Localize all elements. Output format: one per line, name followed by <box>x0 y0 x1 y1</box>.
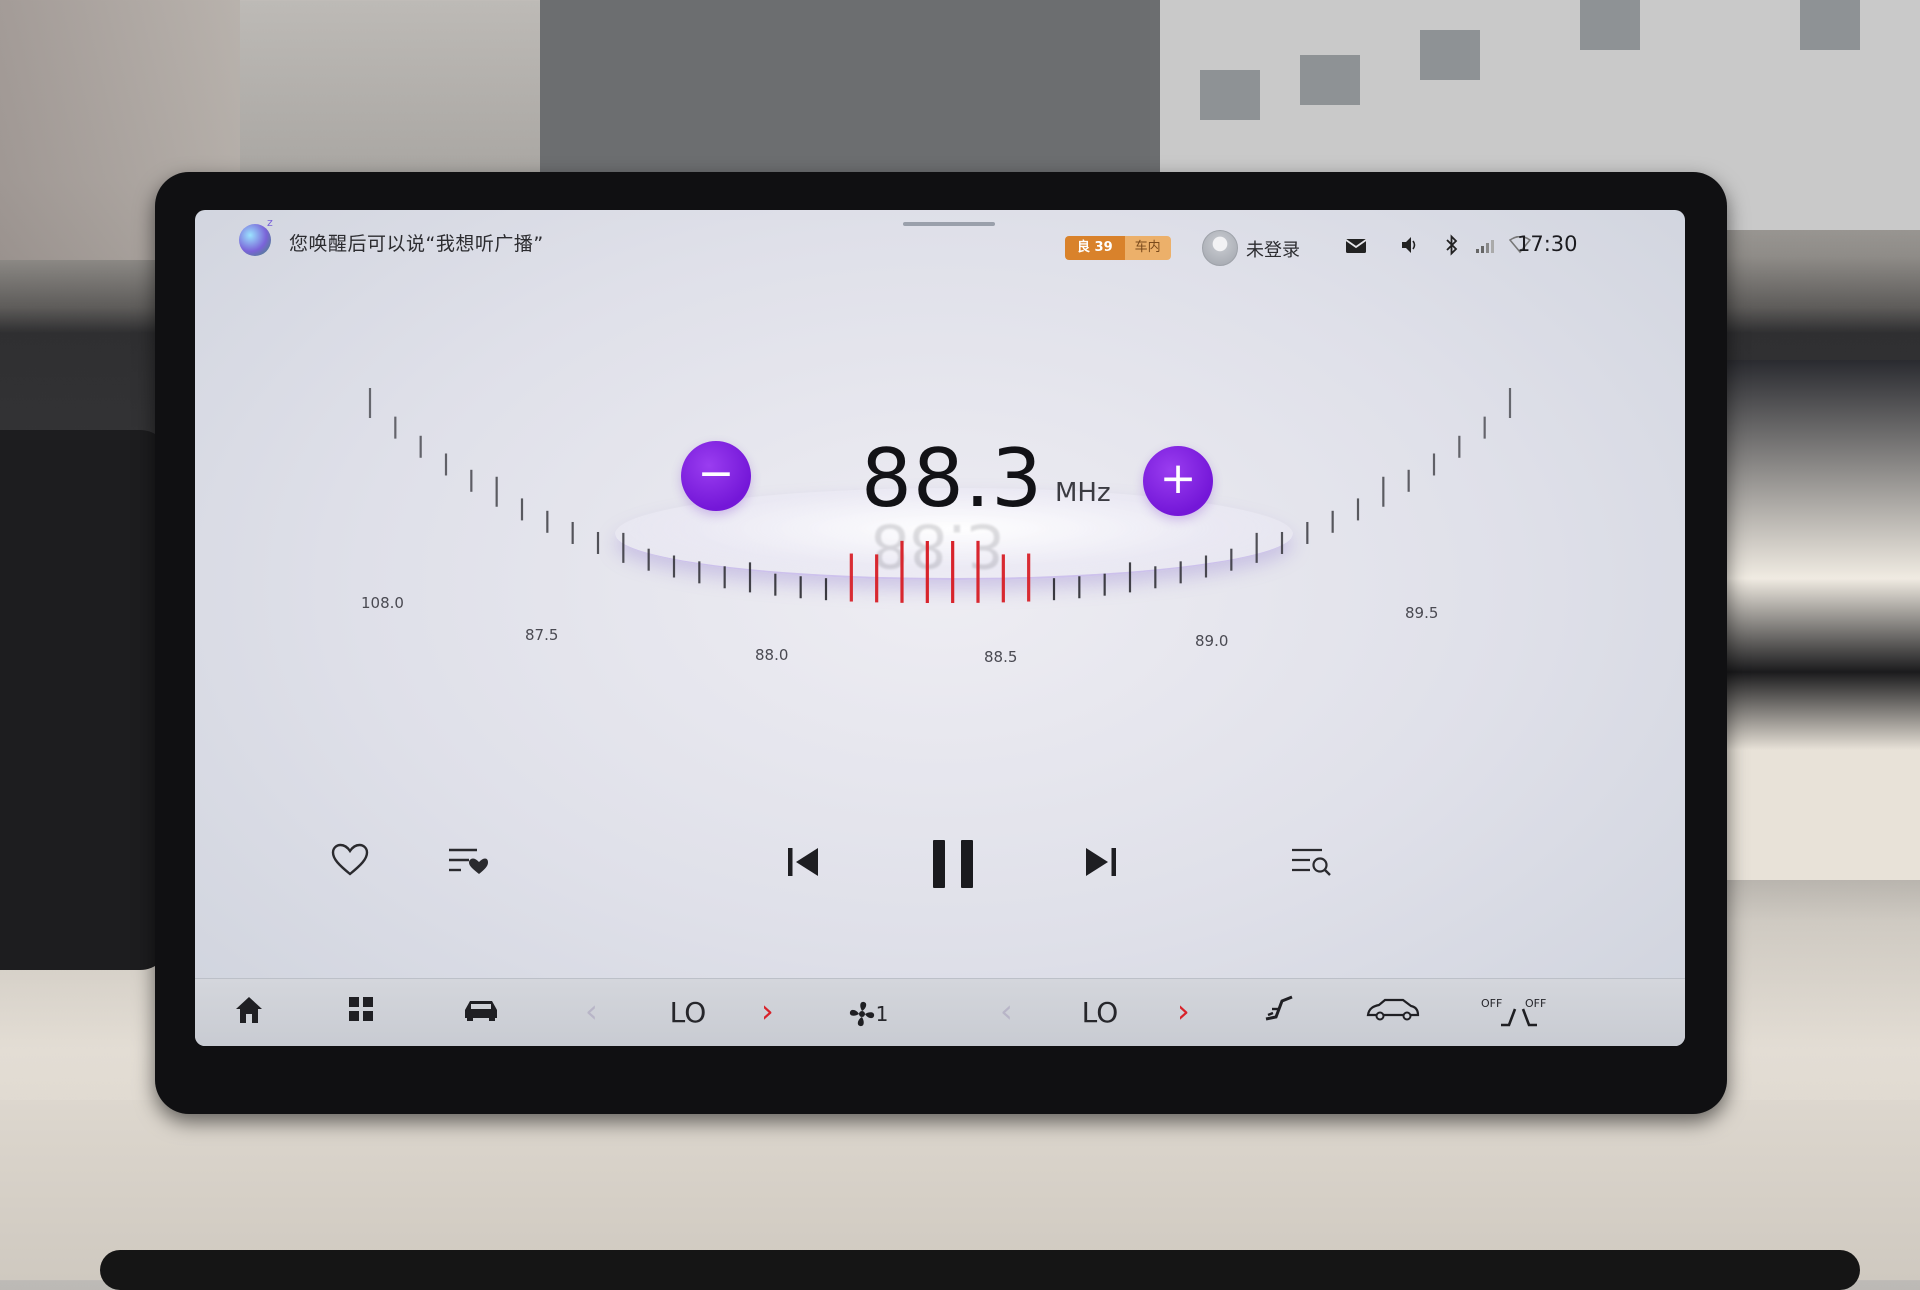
right-temp-down-button[interactable]: ‹ <box>1000 993 1013 1029</box>
left-temp-up-button[interactable]: › <box>761 993 774 1029</box>
dial-label: 88.5 <box>984 648 1017 666</box>
background-window <box>1580 0 1640 50</box>
dial-label: 87.5 <box>525 626 558 644</box>
dashboard-left <box>0 430 170 970</box>
air-vent <box>100 1250 1860 1290</box>
dashboard-right <box>1710 360 1920 880</box>
background-window <box>1300 55 1360 105</box>
dial-label: 108.0 <box>361 594 404 612</box>
dial-ticks <box>368 388 1512 603</box>
dial-labels: 108.0 87.5 88.0 88.5 89.0 89.5 <box>361 594 1438 666</box>
dial-label: 89.0 <box>1195 632 1228 650</box>
background-window <box>1420 30 1480 80</box>
display-bezel: z 您唤醒后可以说“我想听广播” 良 39 车内 未登录 17:30 88.3 … <box>155 172 1727 1114</box>
right-temp-up-button[interactable]: › <box>1177 993 1190 1029</box>
radio-screen: z 您唤醒后可以说“我想听广播” 良 39 车内 未登录 17:30 88.3 … <box>195 210 1685 1046</box>
dial-label: 88.0 <box>755 646 788 664</box>
pause-icon[interactable] <box>931 838 977 890</box>
next-icon[interactable] <box>1083 844 1119 880</box>
previous-icon[interactable] <box>785 844 821 880</box>
background-window <box>1200 70 1260 120</box>
fan-level: 1 <box>875 1002 889 1026</box>
rear-defrost-icon[interactable] <box>1363 995 1423 1031</box>
search-list-icon[interactable] <box>1290 846 1332 878</box>
favorite-icon[interactable] <box>331 843 369 877</box>
seat-recline-icon[interactable] <box>1257 995 1301 1031</box>
favorite-list-icon[interactable] <box>447 846 489 876</box>
right-temperature: LO <box>1081 996 1119 1029</box>
dial-label: 89.5 <box>1405 604 1438 622</box>
left-temperature: LO <box>669 996 707 1029</box>
left-temp-down-button[interactable]: ‹ <box>585 993 598 1029</box>
fan-speed-control[interactable]: 1 <box>838 995 898 1031</box>
vehicle-settings-icon[interactable] <box>457 995 505 1031</box>
home-icon[interactable] <box>229 995 269 1031</box>
apps-icon[interactable] <box>341 995 381 1031</box>
seat-heating-control[interactable]: OFF OFF <box>1479 995 1559 1031</box>
tuning-dial[interactable]: 108.0 87.5 88.0 88.5 89.0 89.5 <box>195 210 1685 1046</box>
background-building <box>540 0 1160 175</box>
background-window <box>1800 0 1860 50</box>
climate-nav-bar: ‹ LO › 1 ‹ LO › OFF OFF <box>195 978 1685 1046</box>
